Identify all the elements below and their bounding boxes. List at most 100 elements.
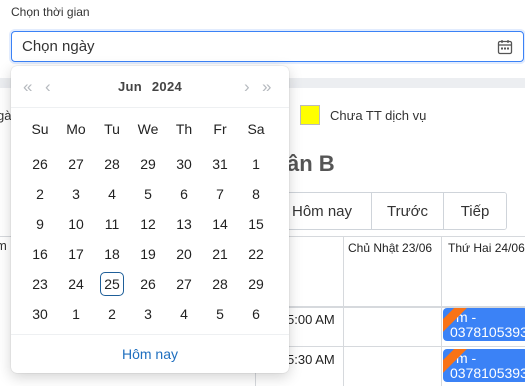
day-number: 21 xyxy=(212,246,228,262)
appointment-event[interactable]: m - 0378105393 xyxy=(443,349,525,382)
day-cell[interactable]: 27 xyxy=(58,149,94,179)
day-cell[interactable]: 1 xyxy=(58,299,94,329)
day-cell[interactable]: 24 xyxy=(58,269,94,299)
day-number: 1 xyxy=(72,306,80,322)
day-cell[interactable]: 5 xyxy=(130,179,166,209)
weekday-label: Th xyxy=(175,121,193,137)
day-number: 9 xyxy=(36,216,44,232)
day-number: 3 xyxy=(144,306,152,322)
weekday-label: Tu xyxy=(104,121,120,137)
day-cell[interactable]: 2 xyxy=(94,299,130,329)
day-cell[interactable]: 29 xyxy=(238,269,274,299)
day-cell[interactable]: 8 xyxy=(238,179,274,209)
day-number: 5 xyxy=(216,306,224,322)
weekday-label: Mo xyxy=(66,121,86,137)
day-number: 2 xyxy=(108,306,116,322)
day-number: 6 xyxy=(252,306,260,322)
day-cell-today[interactable]: 25 xyxy=(94,269,130,299)
day-cell[interactable]: 16 xyxy=(22,239,58,269)
day-cell[interactable]: 12 xyxy=(130,209,166,239)
day-cell[interactable]: 5 xyxy=(202,299,238,329)
next-button[interactable]: Tiếp xyxy=(444,193,506,229)
legend-left-text: gà xyxy=(0,108,12,123)
day-number: 15 xyxy=(248,216,264,232)
day-cell[interactable]: 3 xyxy=(58,179,94,209)
year-label[interactable]: 2024 xyxy=(152,79,182,94)
day-number: 6 xyxy=(180,186,188,202)
date-input[interactable] xyxy=(20,37,497,56)
day-cell[interactable]: 21 xyxy=(202,239,238,269)
column-header-sunday: Chủ Nhật 23/06 xyxy=(348,241,433,255)
field-label: Chọn thời gian xyxy=(11,5,90,19)
day-number: 19 xyxy=(140,246,156,262)
calendar-icon[interactable] xyxy=(497,39,513,55)
day-number: 28 xyxy=(104,156,120,172)
appointment-event[interactable]: m - 0378105393 xyxy=(443,308,525,341)
day-number: 27 xyxy=(176,276,192,292)
grid-vline xyxy=(343,236,344,386)
datepicker-header: « ‹ Jun 2024 › » xyxy=(11,66,289,108)
day-cell[interactable]: 7 xyxy=(202,179,238,209)
day-number: 30 xyxy=(176,156,192,172)
event-phone: 0378105393 xyxy=(450,324,525,340)
day-cell[interactable]: 22 xyxy=(238,239,274,269)
day-cell[interactable]: 6 xyxy=(166,179,202,209)
next-month-icon[interactable]: › xyxy=(244,78,250,96)
event-phone: 0378105393 xyxy=(450,365,525,381)
day-cell[interactable]: 17 xyxy=(58,239,94,269)
day-cell[interactable]: 27 xyxy=(166,269,202,299)
day-cell[interactable]: 1 xyxy=(238,149,274,179)
grid-hline xyxy=(255,346,525,347)
day-cell[interactable]: 9 xyxy=(22,209,58,239)
day-number: 4 xyxy=(108,186,116,202)
today-link[interactable]: Hôm nay xyxy=(11,334,289,373)
day-cell[interactable]: 4 xyxy=(166,299,202,329)
day-cell[interactable]: 26 xyxy=(130,269,166,299)
day-cell[interactable]: 15 xyxy=(238,209,274,239)
day-number: 29 xyxy=(248,276,264,292)
day-number: 8 xyxy=(252,186,260,202)
day-cell[interactable]: 29 xyxy=(130,149,166,179)
day-cell[interactable]: 4 xyxy=(94,179,130,209)
datepicker-popup: « ‹ Jun 2024 › » Su Mo Tu We Th Fr Sa 26 27 28 29… xyxy=(11,66,289,373)
day-cell[interactable]: 2 xyxy=(22,179,58,209)
day-number: 20 xyxy=(176,246,192,262)
day-cell[interactable]: 28 xyxy=(94,149,130,179)
day-cell[interactable]: 30 xyxy=(22,299,58,329)
day-cell[interactable]: 20 xyxy=(166,239,202,269)
today-button[interactable]: Hôm nay xyxy=(278,193,372,229)
day-cell[interactable]: 26 xyxy=(22,149,58,179)
day-number: 7 xyxy=(216,186,224,202)
day-cell[interactable]: 6 xyxy=(238,299,274,329)
next-year-icon[interactable]: » xyxy=(262,78,271,96)
legend: Chưa TT dịch vụ xyxy=(300,105,426,125)
day-number: 10 xyxy=(68,216,84,232)
month-label[interactable]: Jun xyxy=(118,79,142,94)
prev-button[interactable]: Trước xyxy=(372,193,444,229)
day-cell[interactable]: 31 xyxy=(202,149,238,179)
day-number: 24 xyxy=(68,276,84,292)
day-cell[interactable]: 18 xyxy=(94,239,130,269)
day-cell[interactable]: 30 xyxy=(166,149,202,179)
day-number: 26 xyxy=(140,276,156,292)
day-number: 3 xyxy=(72,186,80,202)
date-input-wrapper[interactable] xyxy=(11,31,524,62)
day-number: 28 xyxy=(212,276,228,292)
day-cell[interactable]: 19 xyxy=(130,239,166,269)
days-grid: 26 27 28 29 30 31 1 2 3 4 5 6 7 8 9 10 11 12 13 14 15 16 17 18 1… xyxy=(22,149,274,329)
page: Chọn thời gian gà Chưa TT dịch vụ ân B H… xyxy=(0,0,525,386)
day-cell[interactable]: 23 xyxy=(22,269,58,299)
time-label: 5:30 AM xyxy=(287,352,335,367)
day-number: 11 xyxy=(104,216,120,232)
day-cell[interactable]: 14 xyxy=(202,209,238,239)
day-number: 12 xyxy=(140,216,156,232)
day-cell[interactable]: 10 xyxy=(58,209,94,239)
day-cell[interactable]: 3 xyxy=(130,299,166,329)
room-title: ân B xyxy=(287,151,335,176)
legend-label: Chưa TT dịch vụ xyxy=(330,107,427,123)
day-cell[interactable]: 28 xyxy=(202,269,238,299)
weekday-label: Fr xyxy=(213,121,227,137)
day-cell[interactable]: 13 xyxy=(166,209,202,239)
day-cell[interactable]: 11 xyxy=(94,209,130,239)
grid-vline xyxy=(441,236,442,386)
